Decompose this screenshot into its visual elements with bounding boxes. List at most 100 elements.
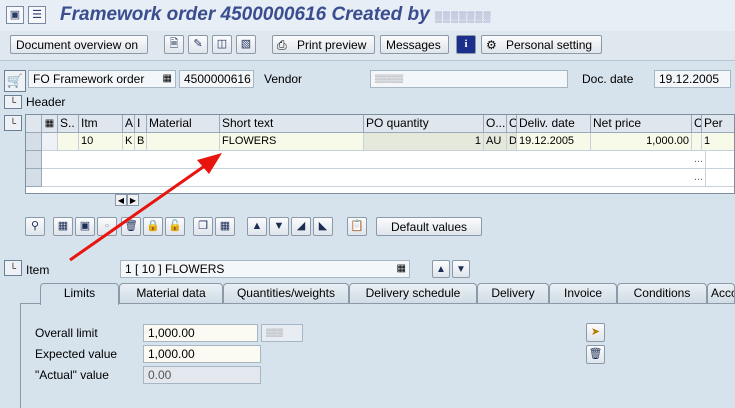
- col-c[interactable]: C: [507, 115, 517, 133]
- col-itm[interactable]: Itm: [79, 115, 123, 133]
- tab-account[interactable]: Accou: [707, 283, 735, 303]
- table-row-marker: [42, 133, 58, 151]
- item-select[interactable]: 1 [ 10 ] FLOWERS ▦: [120, 260, 410, 278]
- tab-limits[interactable]: Limits: [40, 283, 119, 305]
- order-number-field[interactable]: 4500000616: [179, 70, 254, 88]
- filter-delete-icon[interactable]: ◣: [313, 217, 333, 236]
- print-preview-button[interactable]: ⎙ Print preview: [272, 35, 375, 54]
- masked-user-name: ▒▒▒▒▒▒▒: [434, 12, 492, 23]
- cell-i[interactable]: B: [135, 133, 147, 151]
- overall-limit-field[interactable]: 1,000.00: [143, 324, 258, 342]
- order-type-select[interactable]: FO Framework order ▦: [28, 70, 176, 88]
- list-icon[interactable]: ☰: [28, 6, 46, 24]
- actual-value-label: "Actual" value: [35, 368, 109, 382]
- expand-item-icon[interactable]: └: [4, 260, 22, 276]
- item-label: Item: [26, 263, 50, 277]
- expand-items-icon[interactable]: └: [4, 115, 22, 131]
- personal-setting-label: Personal setting: [506, 38, 593, 52]
- scroll-left-icon[interactable]: ◀: [115, 194, 127, 206]
- delete-icon[interactable]: 🗑: [121, 217, 141, 236]
- dropdown-icon: ▦: [396, 263, 406, 274]
- cell-c[interactable]: D: [507, 133, 517, 151]
- row-selector[interactable]: [26, 151, 42, 169]
- vendor-field[interactable]: ▒▒▒▒▒: [370, 70, 568, 88]
- sort-icon[interactable]: ▲: [247, 217, 267, 236]
- cell-deliv-date[interactable]: 19.12.2005: [517, 133, 591, 151]
- row-selector[interactable]: [26, 169, 42, 187]
- table-row[interactable]: [42, 151, 734, 169]
- shopping-cart-icon[interactable]: 🛒: [4, 70, 26, 92]
- row-selector[interactable]: [26, 133, 42, 151]
- col-order-unit[interactable]: O...: [484, 115, 507, 133]
- tab-quantities-weights[interactable]: Quantities/weights: [223, 283, 349, 303]
- tab-conditions[interactable]: Conditions: [617, 283, 707, 303]
- grid-toolbar: ⚲ ▦ ▣ ▫ 🗑 🔒 🔓 ❐ ▦ ▲ ▼ ◢ ◣ 📋: [25, 217, 370, 237]
- title-bar: ▣ ☰ Framework order 4500000616 Created b…: [0, 0, 735, 32]
- horizontal-scrollbar[interactable]: ◀ ▶: [115, 194, 159, 207]
- vendor-label: Vendor: [264, 72, 303, 86]
- doc-date-label: Doc. date: [582, 72, 634, 86]
- tab-delivery-schedule[interactable]: Delivery schedule: [349, 283, 477, 303]
- delete-limit-icon[interactable]: 🗑: [586, 345, 605, 364]
- select-all-icon[interactable]: ▦: [53, 217, 73, 236]
- doc-date-field[interactable]: 19.12.2005: [654, 70, 731, 88]
- actual-value-field: 0.00: [143, 366, 261, 384]
- col-short-text[interactable]: Short text: [220, 115, 364, 133]
- transfer-icon[interactable]: ➤: [586, 323, 605, 342]
- application-toolbar: Document overview on 🗎 ✎ ◫ ▧ ⎙ Print pre…: [0, 31, 735, 61]
- edit-pencil-icon[interactable]: ✎: [188, 35, 208, 54]
- cell-material[interactable]: [147, 133, 220, 151]
- previous-item-icon[interactable]: ▲: [432, 260, 450, 278]
- other-document-icon[interactable]: ◫: [212, 35, 232, 54]
- tab-material-data[interactable]: Material data: [119, 283, 223, 303]
- select-all-cell[interactable]: [26, 115, 42, 133]
- tab-delivery[interactable]: Delivery: [477, 283, 549, 303]
- default-values-button[interactable]: Default values: [376, 217, 482, 236]
- cell-short-text[interactable]: FLOWERS: [220, 133, 364, 151]
- col-net-price[interactable]: Net price: [591, 115, 692, 133]
- col-deliv-date[interactable]: Deliv. date: [517, 115, 591, 133]
- filter-icon[interactable]: ▼: [269, 217, 289, 236]
- info-icon[interactable]: i: [456, 35, 476, 54]
- system-menu-icon[interactable]: ▣: [6, 6, 24, 24]
- table-row[interactable]: [42, 169, 734, 187]
- cell-per[interactable]: 1: [702, 133, 734, 151]
- next-item-icon[interactable]: ▼: [452, 260, 470, 278]
- unlock-icon[interactable]: 🔓: [165, 217, 185, 236]
- items-table: ▦ S.. Itm A I Material Short text PO qua…: [25, 114, 735, 194]
- currency-field[interactable]: ▒▒▒: [261, 324, 303, 342]
- hold-icon[interactable]: ▧: [236, 35, 256, 54]
- memo-icon[interactable]: 📋: [347, 217, 367, 236]
- configure-columns-icon[interactable]: ▦: [215, 217, 235, 236]
- col-po-quantity[interactable]: PO quantity: [364, 115, 484, 133]
- cell-itm[interactable]: 10: [79, 133, 123, 151]
- personal-setting-button[interactable]: ⚙ Personal setting: [481, 35, 602, 54]
- document-overview-button[interactable]: Document overview on: [10, 35, 148, 54]
- new-document-icon[interactable]: 🗎: [164, 35, 184, 54]
- filter-set-icon[interactable]: ◢: [291, 217, 311, 236]
- scroll-right-icon[interactable]: ▶: [127, 194, 139, 206]
- cell-order-unit[interactable]: AU: [484, 133, 507, 151]
- cell-net-price[interactable]: 1,000.00: [591, 133, 692, 151]
- overall-limit-label: Overall limit: [35, 326, 98, 340]
- lock-icon[interactable]: 🔒: [143, 217, 163, 236]
- cell-a[interactable]: K: [123, 133, 135, 151]
- limits-panel: Overall limit 1,000.00 ▒▒▒ Expected valu…: [20, 303, 735, 408]
- col-per[interactable]: Per: [702, 115, 734, 133]
- cell-po-quantity[interactable]: 1: [364, 133, 484, 151]
- expand-header-icon[interactable]: └: [4, 95, 22, 109]
- table-settings-icon[interactable]: ▦: [42, 115, 58, 133]
- deselect-all-icon[interactable]: ▣: [75, 217, 95, 236]
- col-currency[interactable]: C: [692, 115, 702, 133]
- messages-button[interactable]: Messages: [380, 35, 449, 54]
- col-a[interactable]: A: [123, 115, 135, 133]
- copy-icon[interactable]: ❐: [193, 217, 213, 236]
- details-icon[interactable]: ⚲: [25, 217, 45, 236]
- tab-invoice[interactable]: Invoice: [549, 283, 617, 303]
- expected-value-field[interactable]: 1,000.00: [143, 345, 261, 363]
- col-material[interactable]: Material: [147, 115, 220, 133]
- col-i[interactable]: I: [135, 115, 147, 133]
- col-status[interactable]: S..: [58, 115, 79, 133]
- copy-rows-icon[interactable]: ▫: [97, 217, 117, 236]
- cell-currency[interactable]: [692, 133, 702, 151]
